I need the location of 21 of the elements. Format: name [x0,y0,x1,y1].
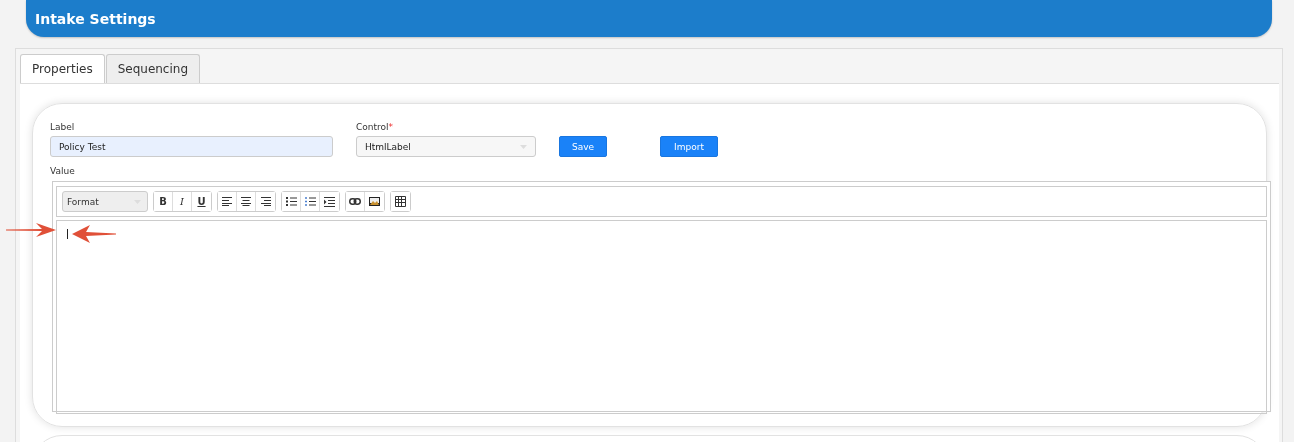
action-button[interactable]: Save [559,136,607,157]
align-left-icon[interactable] [218,192,237,211]
tab[interactable]: Sequencing [105,54,201,83]
field-label: Value [50,166,76,176]
control-dropdown[interactable]: HtmlLabel [356,136,536,157]
field-label: Label [50,122,76,132]
field-label: Control [356,122,389,132]
tab[interactable]: Properties [20,54,105,83]
caret-icon [520,144,527,149]
text-cursor [67,229,68,239]
format-dropdown[interactable]: Format [62,191,148,212]
link-icon[interactable] [346,192,365,211]
arrow-icon [6,223,56,237]
table-icon[interactable] [391,192,410,211]
label-input[interactable]: Policy Test [50,136,333,157]
format-button[interactable]: B [154,192,173,211]
action-button[interactable]: Import [660,136,718,157]
arrow-icon [72,225,116,243]
required-asterisk: * [388,122,394,132]
page-title: Intake Settings [35,10,156,27]
bullet-list-icon[interactable] [282,192,301,211]
